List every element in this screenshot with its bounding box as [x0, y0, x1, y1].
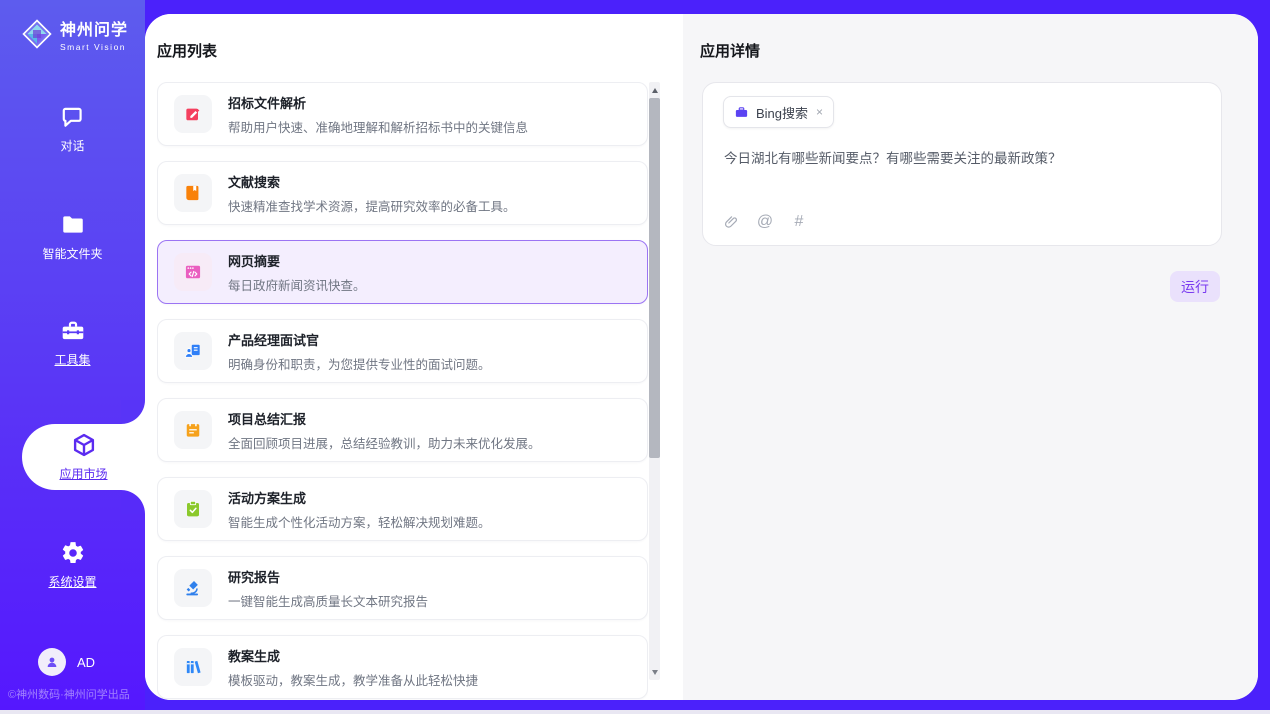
app-card[interactable]: 教案生成 模板驱动，教案生成，教学准备从此轻松快捷 — [157, 635, 648, 699]
app-card-title: 招标文件解析 — [228, 93, 528, 112]
tool-chip-label: Bing搜索 — [756, 103, 808, 122]
app-card-title: 网页摘要 — [228, 251, 366, 270]
app-card-description: 模板驱动，教案生成，教学准备从此轻松快捷 — [228, 670, 478, 689]
hash-icon[interactable]: # — [790, 213, 808, 231]
app-card-description: 每日政府新闻资讯快查。 — [228, 275, 366, 294]
app-card[interactable]: 产品经理面试官 明确身份和职责，为您提供专业性的面试问题。 — [157, 319, 648, 383]
scroll-up-button[interactable] — [649, 82, 660, 98]
sidebar-item-settings[interactable]: 系统设置 — [0, 540, 145, 590]
app-card-description: 明确身份和职责，为您提供专业性的面试问题。 — [228, 354, 491, 373]
scrollbar-thumb[interactable] — [649, 98, 660, 458]
avatar — [38, 648, 66, 676]
scroll-down-button[interactable] — [649, 664, 660, 680]
user-profile[interactable]: AD — [38, 648, 95, 676]
copyright-text: ©神州数码·神州问学出品 — [8, 686, 130, 702]
app-detail-pane: 应用详情 Bing搜索 × 今日湖北有哪些新闻要点？有哪些需要关注的最新政策？ … — [683, 14, 1258, 700]
app-card-description: 帮助用户快速、准确地理解和解析招标书中的关键信息 — [228, 117, 528, 136]
tool-chip-bing-search[interactable]: Bing搜索 × — [723, 96, 834, 128]
app-card-description: 一键智能生成高质量长文本研究报告 — [228, 591, 428, 610]
doc-edit-icon — [174, 95, 212, 133]
run-button[interactable]: 运行 — [1170, 271, 1220, 302]
sidebar-item-market[interactable]: 应用市场 — [22, 424, 145, 490]
brand-subtitle: Smart Vision — [60, 42, 128, 52]
app-card-description: 快速精准查找学术资源，提高研究效率的必备工具。 — [228, 196, 516, 215]
app-card[interactable]: 文献搜索 快速精准查找学术资源，提高研究效率的必备工具。 — [157, 161, 648, 225]
books-icon — [174, 648, 212, 686]
sidebar-item-folders[interactable]: 智能文件夹 — [0, 212, 145, 262]
browser-code-icon — [174, 253, 212, 291]
app-window: 神州问学 Smart Vision 对话 智能文件夹 工具集 应用市场 系统设置… — [0, 0, 1270, 714]
briefcase-icon — [734, 105, 749, 120]
sidebar-item-chat[interactable]: 对话 — [0, 104, 145, 154]
user-initials: AD — [77, 655, 95, 670]
bubble-curve-top — [121, 400, 145, 424]
app-card-title: 项目总结汇报 — [228, 409, 541, 428]
query-text[interactable]: 今日湖北有哪些新闻要点？有哪些需要关注的最新政策？ — [724, 149, 1201, 169]
microscope-icon — [174, 569, 212, 607]
chip-close-icon[interactable]: × — [816, 106, 823, 118]
folder-icon — [60, 212, 86, 238]
diamond-logo-icon — [22, 19, 52, 49]
book-icon — [174, 174, 212, 212]
app-list-pane: 应用列表 招标文件解析 帮助用户快速、准确地理解和解析招标书中的关键信息 文献搜… — [145, 14, 683, 700]
app-card[interactable]: 网页摘要 每日政府新闻资讯快查。 — [157, 240, 648, 304]
toolbox-icon — [60, 318, 86, 344]
app-card-title: 产品经理面试官 — [228, 330, 491, 349]
query-card: Bing搜索 × 今日湖北有哪些新闻要点？有哪些需要关注的最新政策？ @ # — [702, 82, 1222, 246]
app-card[interactable]: 活动方案生成 智能生成个性化活动方案，轻松解决规划难题。 — [157, 477, 648, 541]
app-card-list: 招标文件解析 帮助用户快速、准确地理解和解析招标书中的关键信息 文献搜索 快速精… — [157, 82, 648, 700]
gear-icon — [60, 540, 86, 566]
interview-icon — [174, 332, 212, 370]
brand-logo: 神州问学 Smart Vision — [22, 16, 128, 52]
app-card[interactable]: 研究报告 一键智能生成高质量长文本研究报告 — [157, 556, 648, 620]
bubble-curve-bottom — [121, 490, 145, 514]
person-icon — [44, 654, 60, 670]
attachment-toolbar: @ # — [722, 213, 808, 231]
paperclip-icon[interactable] — [722, 213, 740, 231]
main-content: 应用列表 招标文件解析 帮助用户快速、准确地理解和解析招标书中的关键信息 文献搜… — [145, 14, 1258, 700]
at-icon[interactable]: @ — [756, 213, 774, 231]
brand-name: 神州问学 — [60, 16, 128, 40]
sidebar-item-tools[interactable]: 工具集 — [0, 318, 145, 368]
app-card-title: 教案生成 — [228, 646, 478, 665]
app-card-description: 智能生成个性化活动方案，轻松解决规划难题。 — [228, 512, 491, 531]
chat-icon — [60, 104, 86, 130]
clipboard-check-icon — [174, 490, 212, 528]
app-card-title: 文献搜索 — [228, 172, 516, 191]
app-card-title: 研究报告 — [228, 567, 428, 586]
note-icon — [174, 411, 212, 449]
arrow-down-icon — [652, 670, 658, 675]
app-card[interactable]: 项目总结汇报 全面回顾项目进展，总结经验教训，助力未来优化发展。 — [157, 398, 648, 462]
arrow-up-icon — [652, 88, 658, 93]
app-detail-title: 应用详情 — [700, 40, 760, 61]
app-card-title: 活动方案生成 — [228, 488, 491, 507]
app-card-description: 全面回顾项目进展，总结经验教训，助力未来优化发展。 — [228, 433, 541, 452]
app-list-title: 应用列表 — [157, 40, 217, 61]
app-card[interactable]: 招标文件解析 帮助用户快速、准确地理解和解析招标书中的关键信息 — [157, 82, 648, 146]
sidebar: 神州问学 Smart Vision 对话 智能文件夹 工具集 应用市场 系统设置… — [0, 0, 145, 710]
cube-icon — [71, 432, 97, 458]
scrollbar[interactable] — [649, 82, 660, 680]
